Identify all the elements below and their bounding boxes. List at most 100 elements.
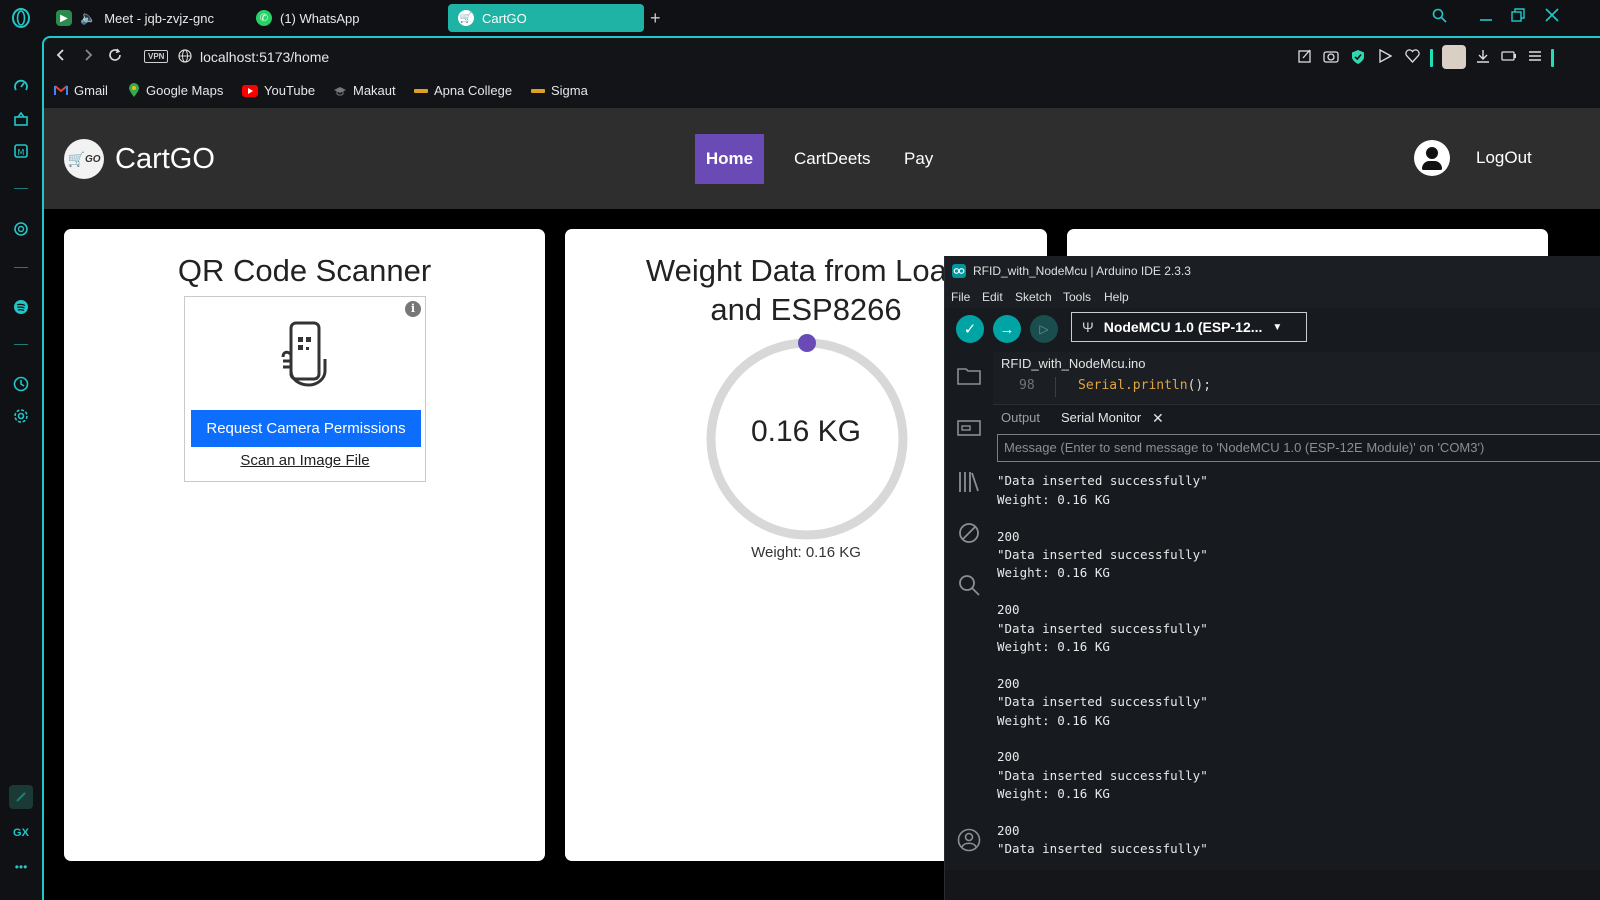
debug-icon[interactable]: ▷: [1030, 315, 1058, 343]
bookmark-gmail[interactable]: Gmail: [54, 83, 108, 98]
menu-edit[interactable]: Edit: [982, 290, 1003, 304]
log-line: Weight: 0.16 KG: [997, 565, 1110, 581]
bookmark-apna-college[interactable]: Apna College: [414, 83, 512, 98]
shopping-icon[interactable]: [11, 109, 31, 129]
ide-menubar: File Edit Sketch Tools Help: [945, 286, 1600, 308]
gutter-divider: [1055, 377, 1056, 397]
request-camera-permissions-button[interactable]: Request Camera Permissions: [191, 410, 421, 447]
chatgpt-icon[interactable]: [11, 219, 31, 239]
url-field[interactable]: localhost:5173/home: [200, 49, 329, 65]
reload-icon[interactable]: [105, 48, 125, 67]
info-icon[interactable]: i: [405, 301, 421, 317]
ide-toolbar: ✓ → ▷ Ψ NodeMCU 1.0 (ESP-12... ▼: [945, 308, 1600, 352]
qr-card-title: QR Code Scanner: [177, 253, 432, 288]
boards-manager-icon[interactable]: [957, 418, 981, 442]
arduino-ide-window: RFID_with_NodeMcu | Arduino IDE 2.3.3 Fi…: [944, 256, 1600, 900]
tab-output[interactable]: Output: [1001, 410, 1040, 425]
nav-cartdeets[interactable]: CartDeets: [783, 134, 882, 184]
tab-label: Meet - jqb-zvjz-gnc: [104, 10, 214, 26]
speaker-icon[interactable]: 🔈: [80, 10, 96, 26]
settings-gear-icon[interactable]: [11, 406, 31, 426]
cartgo-logo[interactable]: 🛒 GO: [64, 139, 104, 179]
history-icon[interactable]: [11, 374, 31, 394]
tab-cartgo[interactable]: 🛒 CartGO: [448, 4, 644, 32]
upload-arrow-icon[interactable]: →: [993, 315, 1021, 343]
brand-name[interactable]: CartGO: [115, 143, 215, 176]
scan-image-file-link[interactable]: Scan an Image File: [185, 452, 425, 469]
menu-tools[interactable]: Tools: [1063, 290, 1091, 304]
folder-icon[interactable]: [957, 366, 981, 390]
graduation-cap-icon: [334, 86, 346, 96]
account-icon[interactable]: [957, 828, 981, 852]
ide-left-rail: [945, 352, 993, 900]
shield-icon[interactable]: [1349, 49, 1367, 68]
bookmark-google-maps[interactable]: Google Maps: [128, 83, 223, 98]
menu-help[interactable]: Help: [1104, 290, 1129, 304]
menu-sketch[interactable]: Sketch: [1015, 290, 1052, 304]
tab-meet[interactable]: ▶ 🔈 Meet - jqb-zvjz-gnc: [46, 4, 224, 32]
easy-setup-icon[interactable]: [1296, 49, 1314, 66]
bookmark-youtube[interactable]: YouTube: [242, 83, 315, 98]
battery-saver-icon[interactable]: [1500, 49, 1518, 66]
close-serial-monitor-icon[interactable]: ✕: [1152, 410, 1164, 427]
arduino-logo-icon: [952, 264, 966, 278]
nav-home[interactable]: Home: [695, 134, 764, 184]
code-line[interactable]: 98 Serial.println();: [993, 377, 1600, 397]
user-avatar-icon[interactable]: [1414, 140, 1450, 176]
qr-reader-box: i Request Camera Permissions Scan an Ima…: [184, 296, 426, 482]
profile-avatar[interactable]: [1442, 45, 1466, 69]
library-manager-icon[interactable]: [957, 470, 981, 494]
log-line: "Data inserted successfully": [997, 841, 1208, 857]
log-line: "Data inserted successfully": [997, 694, 1208, 710]
back-icon[interactable]: [51, 48, 71, 67]
speed-dial-icon[interactable]: [11, 76, 31, 96]
snapshot-camera-icon[interactable]: [1322, 49, 1340, 66]
log-line: "Data inserted successfully": [997, 767, 1208, 783]
pin-icon[interactable]: [9, 785, 33, 809]
usb-icon: Ψ: [1082, 319, 1094, 335]
log-line: Weight: 0.16 KG: [997, 712, 1110, 728]
nav-pay[interactable]: Pay: [893, 134, 944, 184]
tab-strip: ▶ 🔈 Meet - jqb-zvjz-gnc ✆ (1) WhatsApp 🛒…: [42, 0, 1600, 36]
gmail-icon: [54, 85, 68, 95]
vpn-badge[interactable]: VPN: [144, 50, 169, 63]
log-line: 200: [997, 749, 1020, 765]
sidebar-toggle[interactable]: [1551, 49, 1554, 67]
board-selector[interactable]: Ψ NodeMCU 1.0 (ESP-12... ▼: [1071, 312, 1307, 342]
ide-output-tabs: Output Serial Monitor ✕: [993, 404, 1600, 432]
bookmark-makaut[interactable]: Makaut: [333, 83, 396, 98]
tab-whatsapp[interactable]: ✆ (1) WhatsApp: [246, 4, 369, 32]
ide-status-area: [945, 870, 1600, 900]
tab-serial-monitor[interactable]: Serial Monitor: [1061, 410, 1141, 425]
new-tab-button[interactable]: +: [646, 4, 665, 32]
menu-icon[interactable]: [1526, 49, 1544, 66]
minimize-icon[interactable]: [1476, 8, 1496, 26]
log-line: Weight: 0.16 KG: [997, 639, 1110, 655]
log-line: 200: [997, 528, 1020, 544]
restore-icon[interactable]: [1508, 8, 1528, 26]
board-name: NodeMCU 1.0 (ESP-12...: [1103, 319, 1263, 335]
logout-link[interactable]: LogOut: [1476, 148, 1532, 168]
menu-file[interactable]: File: [951, 290, 970, 304]
heart-icon[interactable]: [1403, 49, 1421, 66]
sync-indicator: [1430, 49, 1433, 67]
serial-message-input[interactable]: Message (Enter to send message to 'NodeM…: [997, 434, 1600, 462]
cartgo-favicon-icon: 🛒: [458, 10, 474, 26]
spotify-icon[interactable]: [11, 297, 31, 317]
search-icon[interactable]: [1429, 8, 1449, 27]
debug-disabled-icon[interactable]: [957, 522, 981, 546]
gx-control-icon[interactable]: M: [11, 141, 31, 161]
verify-check-icon[interactable]: ✓: [956, 315, 984, 343]
sketch-file-tab[interactable]: RFID_with_NodeMcu.ino: [1001, 356, 1146, 371]
more-options-icon[interactable]: •••: [11, 857, 31, 877]
search-icon[interactable]: [957, 574, 981, 598]
opera-logo-icon[interactable]: [11, 8, 31, 28]
line-number: 98: [1019, 378, 1035, 393]
download-icon[interactable]: [1474, 49, 1492, 66]
gx-label[interactable]: GX: [11, 823, 31, 843]
bookmark-sigma[interactable]: Sigma: [531, 83, 588, 98]
serial-monitor-log: "Data inserted successfully" Weight: 0.16…: [997, 466, 1597, 870]
send-icon[interactable]: [1376, 48, 1394, 66]
forward-icon[interactable]: [78, 48, 98, 67]
close-icon[interactable]: [1542, 8, 1562, 26]
